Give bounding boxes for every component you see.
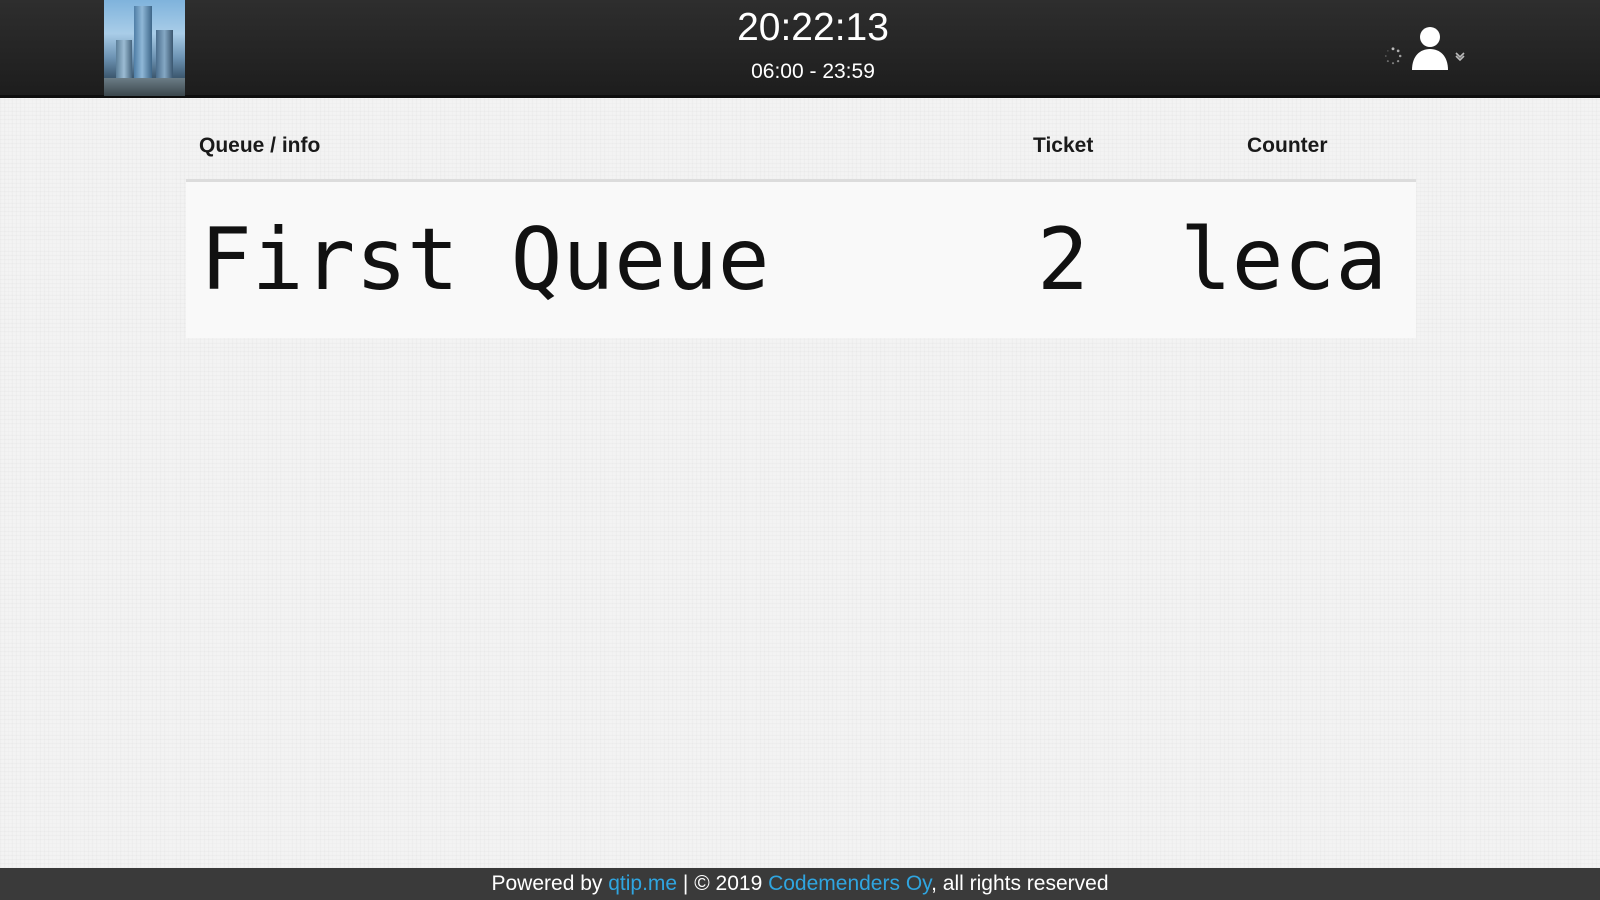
ticket-number: 2: [1037, 210, 1089, 310]
top-bar: 20:22:13 06:00 - 23:59: [0, 0, 1600, 98]
opening-hours: 06:00 - 23:59: [751, 60, 875, 83]
user-icon[interactable]: [1410, 26, 1450, 70]
table-row: First Queue 2 leca: [186, 182, 1416, 338]
chevron-down-icon[interactable]: [1454, 50, 1466, 62]
clock: 20:22:13: [737, 6, 889, 49]
spinner-icon: [1384, 47, 1402, 65]
column-header-ticket: Ticket: [1033, 134, 1094, 157]
table-header: Queue / info Ticket Counter: [186, 125, 1416, 182]
queue-board: Queue / info Ticket Counter First Queue …: [186, 125, 1416, 338]
qtip-link[interactable]: qtip.me: [608, 872, 677, 895]
column-header-queue: Queue / info: [199, 134, 321, 157]
footer-suffix: , all rights reserved: [931, 872, 1109, 895]
footer-copyright: | © 2019: [677, 872, 769, 895]
footer: Powered by qtip.me | © 2019 Codemenders …: [0, 868, 1600, 900]
codemenders-link[interactable]: Codemenders Oy: [768, 872, 931, 895]
footer-prefix: Powered by: [491, 872, 609, 895]
counter-name: leca: [1180, 210, 1388, 310]
column-header-counter: Counter: [1247, 134, 1328, 157]
queue-name: First Queue: [200, 210, 770, 310]
